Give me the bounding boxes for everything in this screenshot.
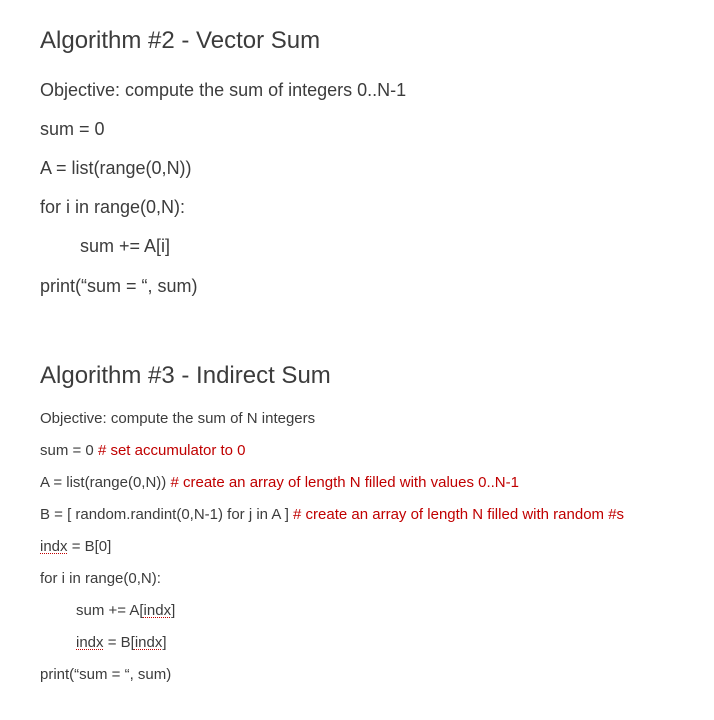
algorithm-2-section: Algorithm #2 - Vector Sum Objective: com… [40,24,674,299]
spell-error-word: indx [135,634,163,651]
algo2-code-line: for i in range(0,N): [40,195,674,220]
algo3-code-line: A = list(range(0,N)) # create an array o… [40,472,674,493]
algo3-code-line: sum += A[indx] [40,600,674,621]
algo2-title: Algorithm #2 - Vector Sum [40,24,674,58]
code-text: B = [ random.randint(0,N-1) for j in A ] [40,506,293,523]
algo3-code-line: indx = B[0] [40,536,674,557]
algo3-code-line: sum = 0 # set accumulator to 0 [40,440,674,461]
code-comment: # create an array of length N filled wit… [293,506,624,523]
algo3-code-line: indx = B[indx] [40,632,674,653]
spell-error-word: indx [76,634,104,651]
spell-error-word: indx [144,602,172,619]
algorithm-3-section: Algorithm #3 - Indirect Sum Objective: c… [40,359,674,686]
algo2-code-line: sum += A[i] [40,234,674,259]
algo3-code-line: B = [ random.randint(0,N-1) for j in A ]… [40,504,674,525]
algo2-code-line: print(“sum = “, sum) [40,274,674,299]
algo3-code-line: for i in range(0,N): [40,568,674,589]
code-text: = B[0] [68,538,112,555]
code-text: A = list(range(0,N)) [40,474,170,491]
code-text: ] [171,602,175,619]
algo3-title: Algorithm #3 - Indirect Sum [40,359,674,393]
code-text: ] [162,634,166,651]
spell-error-word: indx [40,538,68,555]
code-text: = B[ [104,634,135,651]
algo2-code-line: sum = 0 [40,117,674,142]
algo2-code-line: A = list(range(0,N)) [40,156,674,181]
code-comment: # set accumulator to 0 [98,442,246,459]
code-comment: # create an array of length N filled wit… [170,474,519,491]
algo3-code-line: print(“sum = “, sum) [40,664,674,685]
code-text: sum += A[ [76,602,144,619]
algo2-objective: Objective: compute the sum of integers 0… [40,78,674,103]
algo3-objective: Objective: compute the sum of N integers [40,408,674,429]
code-text: sum = 0 [40,442,98,459]
